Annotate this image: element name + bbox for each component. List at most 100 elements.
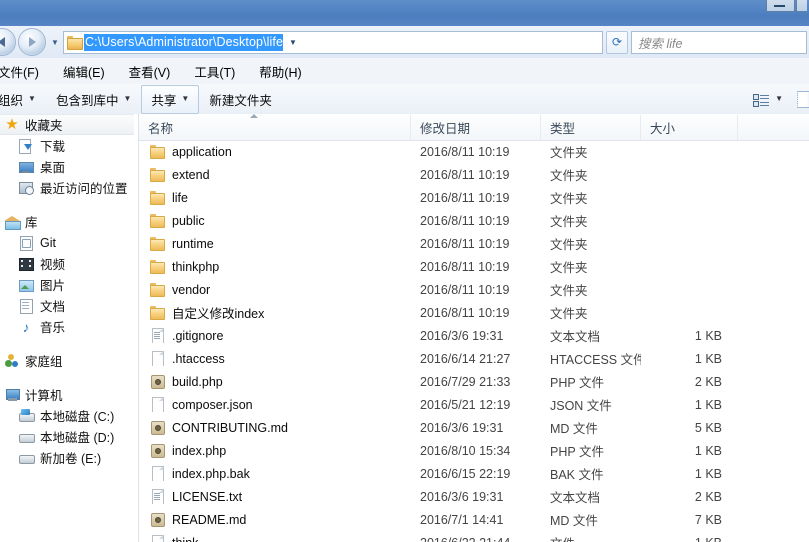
file-name-cell: extend (139, 167, 411, 182)
column-header-date[interactable]: 修改日期 (411, 115, 541, 140)
refresh-icon[interactable]: ⟳ (606, 30, 628, 54)
table-row[interactable]: composer.json 2016/5/21 12:19 JSON 文件 1 KB (139, 393, 809, 416)
sidebar-label: 最近访问的位置 (40, 182, 128, 196)
table-row[interactable]: thinkphp 2016/8/11 10:19 文件夹 (139, 255, 809, 278)
file-name: vendor (172, 282, 211, 297)
forward-button[interactable] (18, 28, 46, 56)
file-name: .htaccess (172, 351, 225, 366)
sidebar-item-drive-c[interactable]: 本地磁盘 (C:) (0, 405, 138, 426)
sidebar-group-homegroup[interactable]: 家庭组 (0, 350, 138, 371)
column-header-blank (738, 115, 808, 140)
sidebar-item-music[interactable]: ♪ 音乐 (0, 316, 138, 337)
table-row[interactable]: index.php 2016/8/10 15:34 PHP 文件 1 KB (139, 439, 809, 462)
table-row[interactable]: think 2016/6/22 21:44文件1 KB (139, 531, 809, 542)
share-button[interactable]: 共享 ▼ (141, 84, 200, 114)
menu-view[interactable]: 查看(V) (117, 59, 183, 84)
php-file-icon (149, 512, 165, 527)
sidebar-group-computer[interactable]: 计算机 (0, 384, 138, 405)
sidebar-item-downloads[interactable]: 下载 (0, 135, 138, 156)
chevron-down-icon: ▼ (775, 94, 783, 103)
chevron-down-icon: ▼ (123, 94, 132, 103)
include-in-library-button[interactable]: 包含到库中 ▼ (46, 85, 141, 114)
file-type-cell: 文本文档 (550, 491, 601, 505)
table-row[interactable]: 自定义修改index 2016/8/11 10:19 文件夹 (139, 301, 809, 324)
computer-icon (4, 387, 20, 403)
file-name: README.md (172, 512, 247, 527)
search-input[interactable]: 搜索 life (631, 30, 807, 54)
system-drive-icon (18, 408, 35, 424)
file-size-cell: 1 KB (694, 397, 722, 412)
desktop-icon (18, 159, 34, 175)
table-row[interactable]: .htaccess 2016/6/14 21:27 HTACCESS 文件 1 KB (139, 347, 809, 370)
file-name: public (172, 213, 205, 228)
php-file-icon (149, 420, 165, 435)
file-date-cell: 2016/6/15 22:19 (420, 466, 511, 481)
back-button[interactable] (0, 28, 16, 56)
table-row[interactable]: extend 2016/8/11 10:19 文件夹 (139, 163, 809, 186)
address-path-text: C:\Users\Administrator\Desktop\life (84, 33, 284, 51)
video-icon (18, 256, 34, 272)
organize-label: 组织 (0, 93, 24, 108)
file-date-cell: 2016/8/11 10:19 (420, 282, 510, 297)
table-row[interactable]: runtime 2016/8/11 10:19 文件夹 (139, 232, 809, 255)
sidebar-item-pictures[interactable]: 图片 (0, 274, 138, 295)
minimize-button[interactable] (766, 0, 795, 12)
preview-pane-icon[interactable] (797, 90, 809, 108)
maximize-button[interactable] (796, 0, 807, 12)
table-row[interactable]: public 2016/8/11 10:19 文件夹 (139, 209, 809, 232)
menu-file[interactable]: 文件(F) (0, 59, 51, 84)
sidebar-item-drive-e[interactable]: 新加卷 (E:) (0, 447, 138, 468)
file-date-cell: 2016/5/21 12:19 (420, 397, 511, 412)
sidebar-item-recent-places[interactable]: 最近访问的位置 (0, 177, 138, 198)
sidebar-label: 计算机 (25, 389, 63, 403)
sidebar-item-documents[interactable]: 文档 (0, 295, 138, 316)
sidebar-label: 家庭组 (25, 355, 63, 369)
file-name-cell: life (139, 190, 411, 205)
file-name-cell: composer.json (139, 397, 411, 412)
file-list-pane: 名称 修改日期 类型 大小 application 2016/8/11 10:19… (139, 114, 809, 542)
table-row[interactable]: index.php.bak 2016/6/15 22:19 BAK 文件 1 KB (139, 462, 809, 485)
file-size-cell: 7 KB (694, 512, 722, 527)
menu-help[interactable]: 帮助(H) (247, 59, 313, 84)
history-dropdown-icon[interactable]: ▼ (48, 30, 62, 54)
column-header-size[interactable]: 大小 (641, 115, 738, 140)
menu-tools[interactable]: 工具(T) (182, 59, 247, 84)
table-row[interactable]: life 2016/8/11 10:19 文件夹 (139, 186, 809, 209)
menu-edit[interactable]: 编辑(E) (51, 59, 117, 84)
file-date-cell: 2016/6/14 21:27 (420, 351, 511, 366)
sidebar-item-desktop[interactable]: 桌面 (0, 156, 138, 177)
column-label: 大小 (650, 122, 676, 136)
sidebar-group-libraries[interactable]: 库 (0, 211, 138, 232)
sort-ascending-icon (247, 114, 260, 120)
organize-button[interactable]: 组织 ▼ (0, 85, 46, 114)
table-row[interactable]: README.md 2016/7/1 14:41 MD 文件 7 KB (139, 508, 809, 531)
chevron-down-icon[interactable]: ▼ (284, 33, 302, 52)
file-name-cell: runtime (139, 236, 411, 251)
file-type-cell: 文件夹 (550, 215, 588, 229)
command-toolbar: 组织 ▼ 包含到库中 ▼ 共享 ▼ 新建文件夹 ▼ (0, 84, 809, 115)
column-header-type[interactable]: 类型 (541, 115, 641, 140)
sidebar-label: 库 (25, 216, 38, 230)
sidebar-item-drive-d[interactable]: 本地磁盘 (D:) (0, 426, 138, 447)
toolbar-right-group: ▼ (753, 89, 809, 110)
folder-icon (149, 167, 165, 182)
table-row[interactable]: LICENSE.txt 2016/3/6 19:31 文本文档 2 KB (139, 485, 809, 508)
sidebar-label: 下载 (40, 140, 66, 154)
sidebar-item-videos[interactable]: 视频 (0, 253, 138, 274)
table-row[interactable]: build.php 2016/7/29 21:33 PHP 文件 2 KB (139, 370, 809, 393)
column-header-name[interactable]: 名称 (139, 115, 411, 140)
sidebar-item-git[interactable]: Git (0, 232, 138, 253)
sidebar-group-favorites[interactable]: ★ 收藏夹 (0, 114, 134, 135)
generic-file-icon (149, 466, 165, 481)
change-view-button[interactable]: ▼ (745, 89, 791, 110)
file-type-cell: PHP 文件 (550, 376, 604, 390)
file-name: index.php.bak (172, 466, 250, 481)
address-input[interactable]: C:\Users\Administrator\Desktop\life ▼ (63, 30, 603, 54)
table-row[interactable]: application 2016/8/11 10:19 文件夹 (139, 140, 809, 163)
table-row[interactable]: .gitignore 2016/3/6 19:31 文本文档 1 KB (139, 324, 809, 347)
table-row[interactable]: vendor 2016/8/11 10:19 文件夹 (139, 278, 809, 301)
table-row[interactable]: CONTRIBUTING.md 2016/3/6 19:31 MD 文件 5 KB (139, 416, 809, 439)
new-folder-button[interactable]: 新建文件夹 (199, 85, 282, 114)
folder-icon (149, 144, 165, 159)
